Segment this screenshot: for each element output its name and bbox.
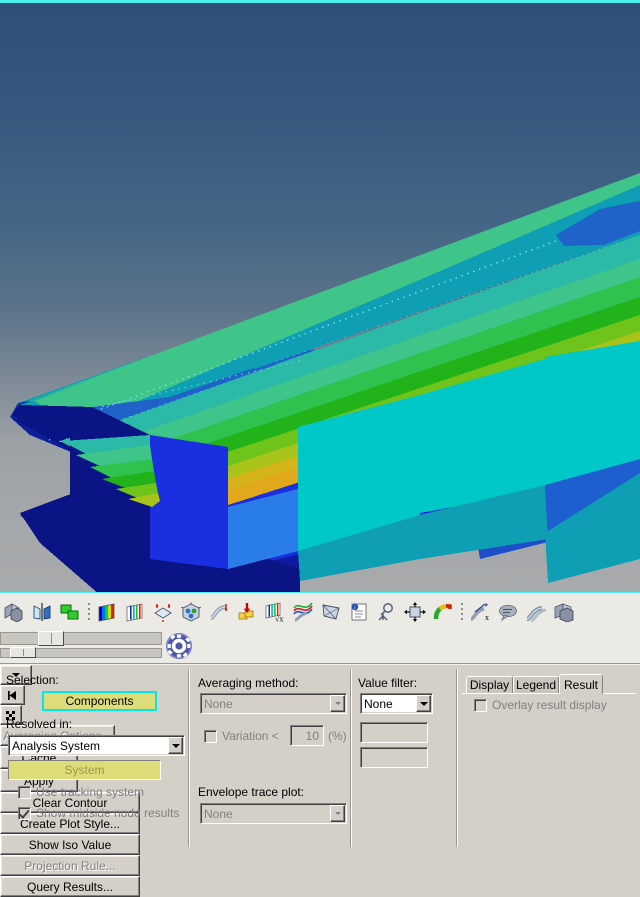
overlay-result-display-label: Overlay result display [492, 698, 607, 712]
selection-group: Selection: [6, 673, 59, 687]
trace-plot-icon[interactable] [290, 597, 316, 627]
animation-slider-thumb[interactable] [38, 631, 64, 646]
frame-slider-thumb[interactable] [10, 647, 36, 658]
value-filter-min-input[interactable] [360, 722, 428, 743]
wireframe-icon[interactable] [318, 597, 344, 627]
path-contour-icon[interactable] [430, 597, 456, 627]
report-icon[interactable]: i [346, 597, 372, 627]
chevron-down-icon [334, 812, 341, 815]
resolved-in-group: Resolved in: [6, 717, 72, 731]
show-iso-value-button[interactable]: Show Iso Value [0, 834, 140, 855]
envelope-trace-plot-dropdown-arrow[interactable] [330, 805, 345, 822]
use-tracking-system-row[interactable]: Use tracking system [18, 785, 144, 799]
toolbar-gripper-icon [84, 599, 93, 625]
variation-value-input[interactable]: 10 [290, 725, 324, 746]
tab-legend-label: Legend [515, 678, 557, 692]
resolved-in-dropdown-arrow[interactable] [168, 737, 183, 754]
panel-divider-2 [350, 669, 352, 847]
result-details-panel[interactable]: Selection: Components Resolved in: Analy… [0, 664, 640, 897]
deform-scale-x-icon[interactable]: x [467, 597, 493, 627]
annotation-icon[interactable] [495, 597, 521, 627]
tab-legend[interactable]: Legend [513, 676, 559, 693]
tab-display[interactable]: Display [466, 676, 513, 693]
averaging-method-value: None [204, 696, 233, 711]
overlay-result-display-row[interactable]: Overlay result display [474, 698, 607, 712]
envelope-trace-plot-combo[interactable]: None [200, 803, 347, 824]
animation-control-row[interactable] [0, 630, 640, 664]
tab-display-label: Display [469, 678, 510, 692]
value-filter-label: Value filter: [358, 676, 418, 690]
averaging-method-combo[interactable]: None [200, 693, 347, 714]
show-midside-node-results-checkbox[interactable] [18, 806, 31, 820]
chevron-down-icon [171, 743, 180, 748]
move-scale-icon[interactable] [402, 597, 428, 627]
variation-row[interactable]: Variation < [204, 729, 279, 743]
chevron-down-icon [334, 702, 341, 705]
selection-entity-field[interactable]: Components [42, 691, 157, 711]
variation-checkbox[interactable] [204, 729, 217, 743]
resolved-in-label: Resolved in: [6, 717, 73, 731]
resolved-in-combo[interactable]: Analysis System [8, 735, 185, 756]
resolved-in-value: Analysis System [12, 738, 101, 753]
stack-plot-icon[interactable] [551, 597, 577, 627]
value-filter-group: Value filter: [358, 676, 417, 690]
contour-plot-icon[interactable] [94, 597, 120, 627]
use-tracking-system-label: Use tracking system [36, 785, 145, 799]
projection-rule-label: Projection Rule... [24, 858, 116, 873]
fea-beam-contour-model[interactable] [0, 3, 640, 592]
value-filter-dropdown-arrow[interactable] [416, 695, 431, 712]
animation-slider-track[interactable] [0, 632, 162, 645]
show-midside-node-results-label: Show midside node results [36, 806, 180, 820]
curve-plot-icon[interactable] [523, 597, 549, 627]
selection-reset-button[interactable] [0, 685, 25, 705]
probe-query-icon[interactable] [374, 597, 400, 627]
chevron-down-icon [419, 701, 428, 706]
overlay-result-display-checkbox[interactable] [474, 698, 487, 712]
settings-gear-icon[interactable] [164, 631, 194, 661]
multi-plot-icon[interactable] [57, 597, 83, 627]
display-geometry-icon[interactable] [1, 597, 27, 627]
selection-label: Selection: [6, 673, 59, 687]
tab-result[interactable]: Result [559, 674, 603, 694]
envelope-group: Envelope trace plot: [198, 785, 304, 799]
contour-sqrt-icon[interactable]: √x [262, 597, 288, 627]
iso-surface-icon[interactable] [178, 597, 204, 627]
load-arrow-icon[interactable] [234, 597, 260, 627]
toolbar-gripper-icon-2 [457, 599, 466, 625]
query-results-button[interactable]: Query Results... [0, 876, 140, 897]
envelope-trace-plot-value: None [204, 806, 233, 821]
goto-first-icon [8, 690, 16, 700]
selection-entity-value: Components [65, 694, 134, 708]
variation-value: 10 [305, 728, 319, 743]
checkmark-icon [18, 806, 30, 819]
graphics-toolbar[interactable]: √x i x [0, 592, 640, 630]
show-midside-node-results-row[interactable]: Show midside node results [18, 806, 179, 820]
averaging-method-label: Averaging method: [198, 676, 299, 690]
banded-contour-icon[interactable] [122, 597, 148, 627]
show-iso-value-label: Show Iso Value [28, 837, 112, 852]
query-results-label: Query Results... [26, 879, 114, 894]
coordinate-system-value: System [64, 763, 105, 777]
mirror-symmetry-icon[interactable] [29, 597, 55, 627]
panel-divider-1 [188, 669, 190, 847]
svg-text:√x: √x [275, 614, 283, 622]
averaging-method-dropdown-arrow[interactable] [330, 695, 345, 712]
value-filter-combo[interactable]: None [360, 693, 433, 714]
envelope-trace-plot-label: Envelope trace plot: [198, 785, 305, 799]
result-tab-body [462, 693, 636, 846]
variation-label: Variation < [222, 729, 279, 743]
graphics-viewport[interactable] [0, 0, 640, 592]
tab-result-label: Result [564, 677, 599, 692]
value-filter-max-input[interactable] [360, 747, 428, 768]
svg-text:x: x [485, 613, 489, 622]
coordinate-system-field[interactable]: System [8, 760, 161, 780]
averaging-group: Averaging method: [198, 676, 299, 690]
deformed-shape-icon[interactable] [150, 597, 176, 627]
vector-plot-icon[interactable] [206, 597, 232, 627]
use-tracking-system-checkbox[interactable] [18, 785, 31, 799]
panel-divider-3 [456, 669, 458, 847]
variation-unit-label: (%) [328, 729, 347, 743]
projection-rule-button[interactable]: Projection Rule... [0, 855, 140, 876]
